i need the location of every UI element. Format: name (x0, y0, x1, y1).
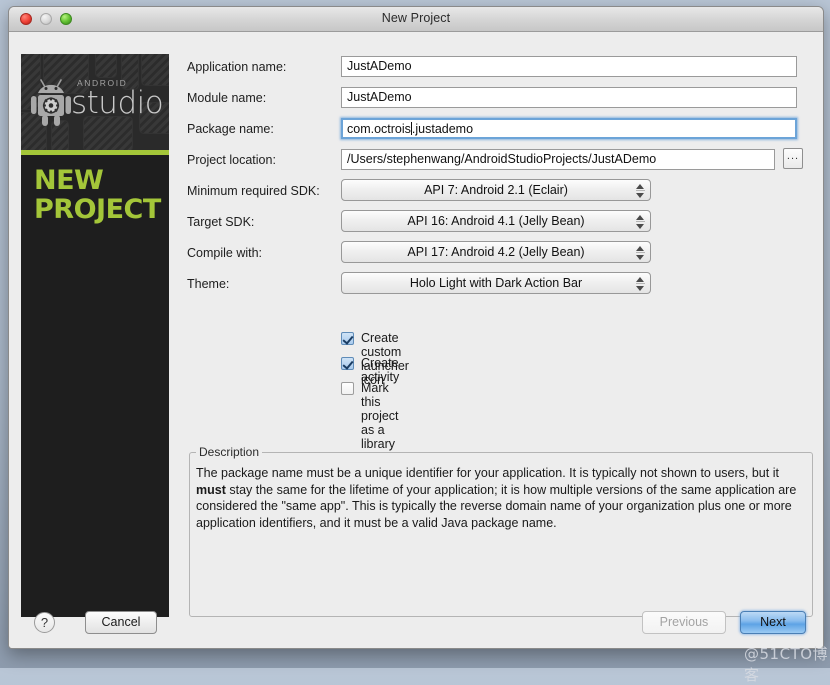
form-row-package-name: Package name: com.octrois.justademo (177, 116, 811, 147)
module-name-input[interactable]: JustADemo (341, 87, 797, 108)
package-name-value-before-caret: com.octrois (347, 122, 411, 136)
checkbox-create-activity[interactable] (341, 357, 354, 370)
target-sdk-select[interactable]: API 16: Android 4.1 (Jelly Bean) (341, 210, 651, 232)
stepper-arrows-icon[interactable] (636, 213, 645, 231)
dialog-footer: ? Cancel Previous Next (9, 604, 823, 648)
window-title: New Project (9, 11, 823, 25)
project-location-input[interactable]: /Users/stephenwang/AndroidStudioProjects… (341, 149, 775, 170)
wizard-headline-line-1: NEW (34, 166, 161, 195)
wizard-headline: NEW PROJECT (34, 166, 161, 224)
description-text-part-1: The package name must be a unique identi… (196, 466, 779, 480)
label-application-name: Application name: (187, 60, 286, 74)
compile-with-select[interactable]: API 17: Android 4.2 (Jelly Bean) (341, 241, 651, 263)
new-project-dialog-window: New Project (8, 6, 824, 649)
browse-folder-button[interactable]: ... (783, 148, 803, 169)
next-button[interactable]: Next (740, 611, 806, 634)
label-project-location: Project location: (187, 153, 276, 167)
new-project-form: Application name: JustADemo Module name:… (177, 54, 811, 302)
logo-studio-wordmark: studio (71, 85, 163, 121)
form-row-theme: Theme: Holo Light with Dark Action Bar (177, 271, 811, 302)
window-titlebar[interactable]: New Project (9, 7, 823, 32)
form-row-minimum-sdk: Minimum required SDK: API 7: Android 2.1… (177, 178, 811, 209)
cancel-button[interactable]: Cancel (85, 611, 157, 634)
watermark-text: @51CTO博客 (744, 643, 830, 685)
form-row-target-sdk: Target SDK: API 16: Android 4.1 (Jelly B… (177, 209, 811, 240)
checkbox-label-create-activity: Create activity (361, 356, 399, 384)
accent-divider (21, 150, 169, 155)
compile-with-value: API 17: Android 4.2 (Jelly Bean) (407, 245, 584, 259)
target-sdk-value: API 16: Android 4.1 (Jelly Bean) (407, 214, 584, 228)
form-row-project-location: Project location: /Users/stephenwang/And… (177, 147, 811, 178)
label-target-sdk: Target SDK: (187, 215, 254, 229)
checkbox-mark-as-library[interactable] (341, 382, 354, 395)
form-row-application-name: Application name: JustADemo (177, 54, 811, 85)
stepper-arrows-icon[interactable] (636, 244, 645, 262)
description-text: The package name must be a unique identi… (196, 465, 806, 531)
description-legend: Description (196, 445, 262, 459)
theme-select[interactable]: Holo Light with Dark Action Bar (341, 272, 651, 294)
help-icon[interactable]: ? (34, 612, 55, 633)
wizard-sidebar-banner: ANDROID studio NEW PROJECT (21, 54, 169, 617)
android-robot-icon (30, 76, 76, 128)
label-theme: Theme: (187, 277, 229, 291)
package-name-value-after-caret: .justademo (412, 122, 473, 136)
android-studio-logo-panel: ANDROID studio (21, 54, 169, 150)
application-name-input[interactable]: JustADemo (341, 56, 797, 77)
form-row-compile-with: Compile with: API 17: Android 4.2 (Jelly… (177, 240, 811, 271)
stepper-arrows-icon[interactable] (636, 182, 645, 200)
description-text-part-2: stay the same for the lifetime of your a… (196, 483, 796, 530)
form-row-module-name: Module name: JustADemo (177, 85, 811, 116)
description-group-box: Description The package name must be a u… (189, 452, 813, 617)
theme-value: Holo Light with Dark Action Bar (410, 276, 582, 290)
package-name-input[interactable]: com.octrois.justademo (341, 118, 797, 139)
description-emphasis: must (196, 483, 226, 497)
stepper-arrows-icon[interactable] (636, 275, 645, 293)
checkbox-custom-launcher-icon[interactable] (341, 332, 354, 345)
label-minimum-required-sdk: Minimum required SDK: (187, 184, 320, 198)
dialog-content: ANDROID studio NEW PROJECT Application n… (9, 32, 823, 648)
previous-button[interactable]: Previous (642, 611, 726, 634)
label-compile-with: Compile with: (187, 246, 262, 260)
wizard-headline-line-2: PROJECT (34, 195, 161, 224)
checkbox-label-mark-as-library: Mark this project as a library (361, 381, 399, 451)
minimum-required-sdk-select[interactable]: API 7: Android 2.1 (Eclair) (341, 179, 651, 201)
minimum-required-sdk-value: API 7: Android 2.1 (Eclair) (424, 183, 568, 197)
label-module-name: Module name: (187, 91, 266, 105)
label-package-name: Package name: (187, 122, 274, 136)
